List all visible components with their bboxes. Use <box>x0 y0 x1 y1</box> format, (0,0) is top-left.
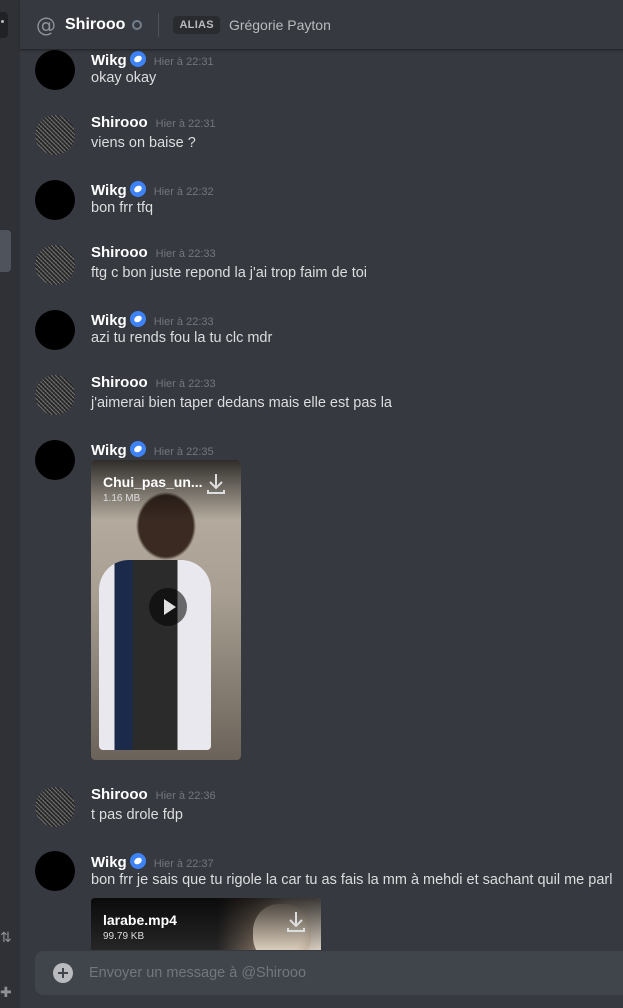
message-author[interactable]: Wikg <box>91 442 127 459</box>
alias-name: Grégorie Payton <box>228 16 331 33</box>
avatar[interactable] <box>35 180 75 220</box>
message-author[interactable]: Shirooo <box>91 114 148 131</box>
play-button-icon[interactable] <box>149 588 187 626</box>
collapsed-menu-tab[interactable] <box>0 12 8 38</box>
blue-badge-icon <box>129 311 146 327</box>
message-text: ftg c bon juste repond la j'ai trop faim… <box>91 265 368 281</box>
avatar[interactable] <box>35 245 75 285</box>
message-timestamp: Hier à 22:33 <box>155 248 216 260</box>
avatar[interactable] <box>35 787 75 827</box>
left-sidebar-edge: ⇅ ✚ <box>0 0 20 1008</box>
blue-badge-icon <box>129 51 146 67</box>
message-author[interactable]: Wikg <box>91 854 127 871</box>
video-attachment[interactable]: Chui_pas_un... 1.16 MB <box>91 460 241 760</box>
message-author[interactable]: Shirooo <box>91 244 148 261</box>
avatar[interactable] <box>35 440 75 480</box>
offline-status-icon <box>132 19 143 30</box>
add-attachment-icon[interactable] <box>53 963 73 983</box>
message-timestamp: Hier à 22:31 <box>153 56 214 68</box>
message-text: bon frr je sais que tu rigole la car tu … <box>91 872 613 888</box>
blue-badge-icon <box>129 181 146 197</box>
message-author[interactable]: Wikg <box>91 312 127 329</box>
server-discovery-icon[interactable]: ⇅ <box>0 930 12 946</box>
message-timestamp: Hier à 22:31 <box>155 118 216 130</box>
message-text: t pas drole fdp <box>91 807 183 823</box>
blue-badge-icon <box>129 441 146 457</box>
attachment-filename[interactable]: larabe.mp4 <box>103 912 177 928</box>
message-timestamp: Hier à 22:32 <box>153 186 214 198</box>
avatar[interactable] <box>35 851 75 891</box>
message-text: viens on baise ? <box>91 135 196 151</box>
download-icon[interactable] <box>205 472 227 496</box>
attachment-filename[interactable]: Chui_pas_un... <box>103 474 203 490</box>
download-apps-icon[interactable]: ✚ <box>0 985 12 1001</box>
channel-header: @ Shirooo ALIAS Grégorie Payton <box>20 0 623 50</box>
message-timestamp: Hier à 22:37 <box>153 858 214 870</box>
message-composer <box>35 951 623 995</box>
message-text: okay okay <box>91 70 157 86</box>
download-icon[interactable] <box>285 910 307 934</box>
message-text: azi tu rends fou la tu clc mdr <box>91 330 273 346</box>
message-author[interactable]: Wikg <box>91 52 127 69</box>
message-text: j'aimerai bien taper dedans mais elle es… <box>91 395 392 411</box>
active-channel-indicator <box>0 230 11 272</box>
message-input[interactable] <box>89 965 623 981</box>
header-divider <box>158 12 160 37</box>
message-text: bon frr tfq <box>91 200 154 216</box>
at-sign-icon: @ <box>36 12 56 37</box>
message-timestamp: Hier à 22:33 <box>153 316 214 328</box>
video-attachment[interactable]: larabe.mp4 99.79 KB <box>91 898 321 950</box>
avatar[interactable] <box>35 115 75 155</box>
message-timestamp: Hier à 22:36 <box>155 790 216 802</box>
avatar[interactable] <box>35 375 75 415</box>
avatar[interactable] <box>35 310 75 350</box>
message-list[interactable]: Wikg Hier à 22:31 okay okay Shirooo Hier… <box>20 50 623 950</box>
message-author[interactable]: Shirooo <box>91 786 148 803</box>
alias-badge: ALIAS <box>173 15 220 34</box>
blue-badge-icon <box>129 853 146 869</box>
attachment-filesize: 99.79 KB <box>103 931 145 942</box>
message-author[interactable]: Shirooo <box>91 374 148 391</box>
message-author[interactable]: Wikg <box>91 182 127 199</box>
dm-recipient-name[interactable]: Shirooo <box>65 16 125 34</box>
avatar[interactable] <box>35 50 75 90</box>
message-timestamp: Hier à 22:33 <box>155 378 216 390</box>
message-timestamp: Hier à 22:35 <box>153 446 214 458</box>
attachment-filesize: 1.16 MB <box>103 493 141 504</box>
